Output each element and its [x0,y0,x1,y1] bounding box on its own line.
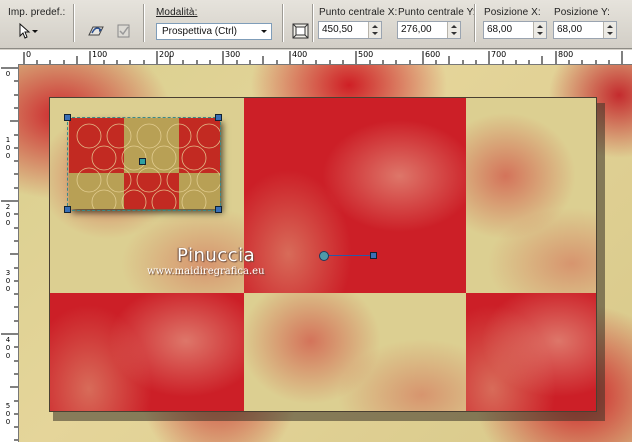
ruler-ticks [23,51,623,64]
center-y-value: 276,00 [401,24,432,35]
ruler-label: 200 [159,50,175,59]
ruler-label-stack: 400 [4,336,12,360]
background-tile [466,293,596,411]
tool-options-bar: Imp. predef.: Modalità: Prospettiva (Ctr… [0,0,632,49]
ruler-label-stack: 500 [4,402,12,426]
watermark-site: www.maidiregrafica.eu [147,266,265,277]
pos-y-value: 68,00 [557,24,583,35]
ruler-ticks [1,67,18,441]
ruler-label: 300 [225,50,241,59]
presets-label: Imp. predef.: [8,7,66,18]
presets-button[interactable] [14,20,42,42]
toolbar-separator [282,4,283,42]
toolbar-separator [143,4,144,42]
spin-arrows-icon[interactable] [533,22,546,38]
corner-handle[interactable] [215,206,222,213]
vertical-ruler: 0 100 200 300 400 500 [0,64,19,442]
mode-label: Modalità: [156,7,198,18]
center-x-value: 450,50 [322,24,353,35]
toolbar-separator [312,4,313,42]
ruler-label-stack: 100 [4,136,12,160]
ruler-label: 400 [5,336,11,360]
corner-handle[interactable] [64,114,71,121]
reset-button[interactable] [82,20,110,42]
corner-handle[interactable] [64,206,71,213]
pos-x-value: 68,00 [487,24,513,35]
pos-x-field[interactable]: 68,00 [483,21,547,39]
ruler-label: 700 [491,50,507,59]
ruler-label: 500 [5,402,11,426]
mode-select-value: Prospettiva (Ctrl) [162,26,238,37]
arrow-pointer-icon [19,22,38,39]
ruler-label-stack: 200 [4,203,12,227]
ruler-label-stack: 300 [4,269,12,293]
rotation-handle[interactable] [370,252,377,259]
ruler-label: 100 [5,136,11,160]
pos-y-field[interactable]: 68,00 [553,21,617,39]
toolbar-separator [73,4,74,42]
background-tile [244,293,466,411]
center-y-field[interactable]: 276,00 [397,21,461,39]
corner-handle[interactable] [215,114,222,121]
ruler-label: 500 [358,50,374,59]
apply-icon [117,24,130,38]
ruler-label: 600 [425,50,441,59]
spin-arrows-icon[interactable] [368,22,381,38]
rotation-line [323,255,373,256]
center-x-label: Punto centrale X: [319,7,398,18]
ruler-label: 300 [5,269,11,293]
image-canvas[interactable]: Pinuccia www.maidiregrafica.eu [19,65,632,442]
ruler-label: 0 [26,50,32,59]
pivot-point[interactable] [319,251,329,261]
background-tile [244,98,466,293]
horizontal-ruler: 0 100 200 300 400 500 600 700 800 [18,50,632,65]
fit-canvas-button[interactable] [288,20,314,42]
spin-arrows-icon[interactable] [603,22,616,38]
center-handle[interactable] [139,158,146,165]
pos-x-label: Posizione X: [484,7,541,18]
background-tile [466,98,596,293]
ruler-corner [0,50,19,65]
center-y-label: Punto centrale Y: [398,7,476,18]
pos-y-label: Posizione Y: [554,7,611,18]
chevron-down-icon [257,24,271,39]
ruler-label: 400 [292,50,308,59]
spin-arrows-icon[interactable] [447,22,460,38]
ruler-label: 0 [5,70,11,78]
ruler-label: 800 [558,50,574,59]
background-tile [50,293,244,411]
mode-select[interactable]: Prospettiva (Ctrl) [156,23,272,40]
apply-button[interactable] [110,20,138,42]
ruler-label: 200 [5,203,11,227]
watermark-name: Pinuccia [177,245,256,266]
reset-icon [88,26,104,36]
toolbar-separator [474,4,475,42]
ruler-label: 100 [92,50,108,59]
center-x-field[interactable]: 450,50 [318,21,382,39]
fit-canvas-icon [292,23,309,39]
